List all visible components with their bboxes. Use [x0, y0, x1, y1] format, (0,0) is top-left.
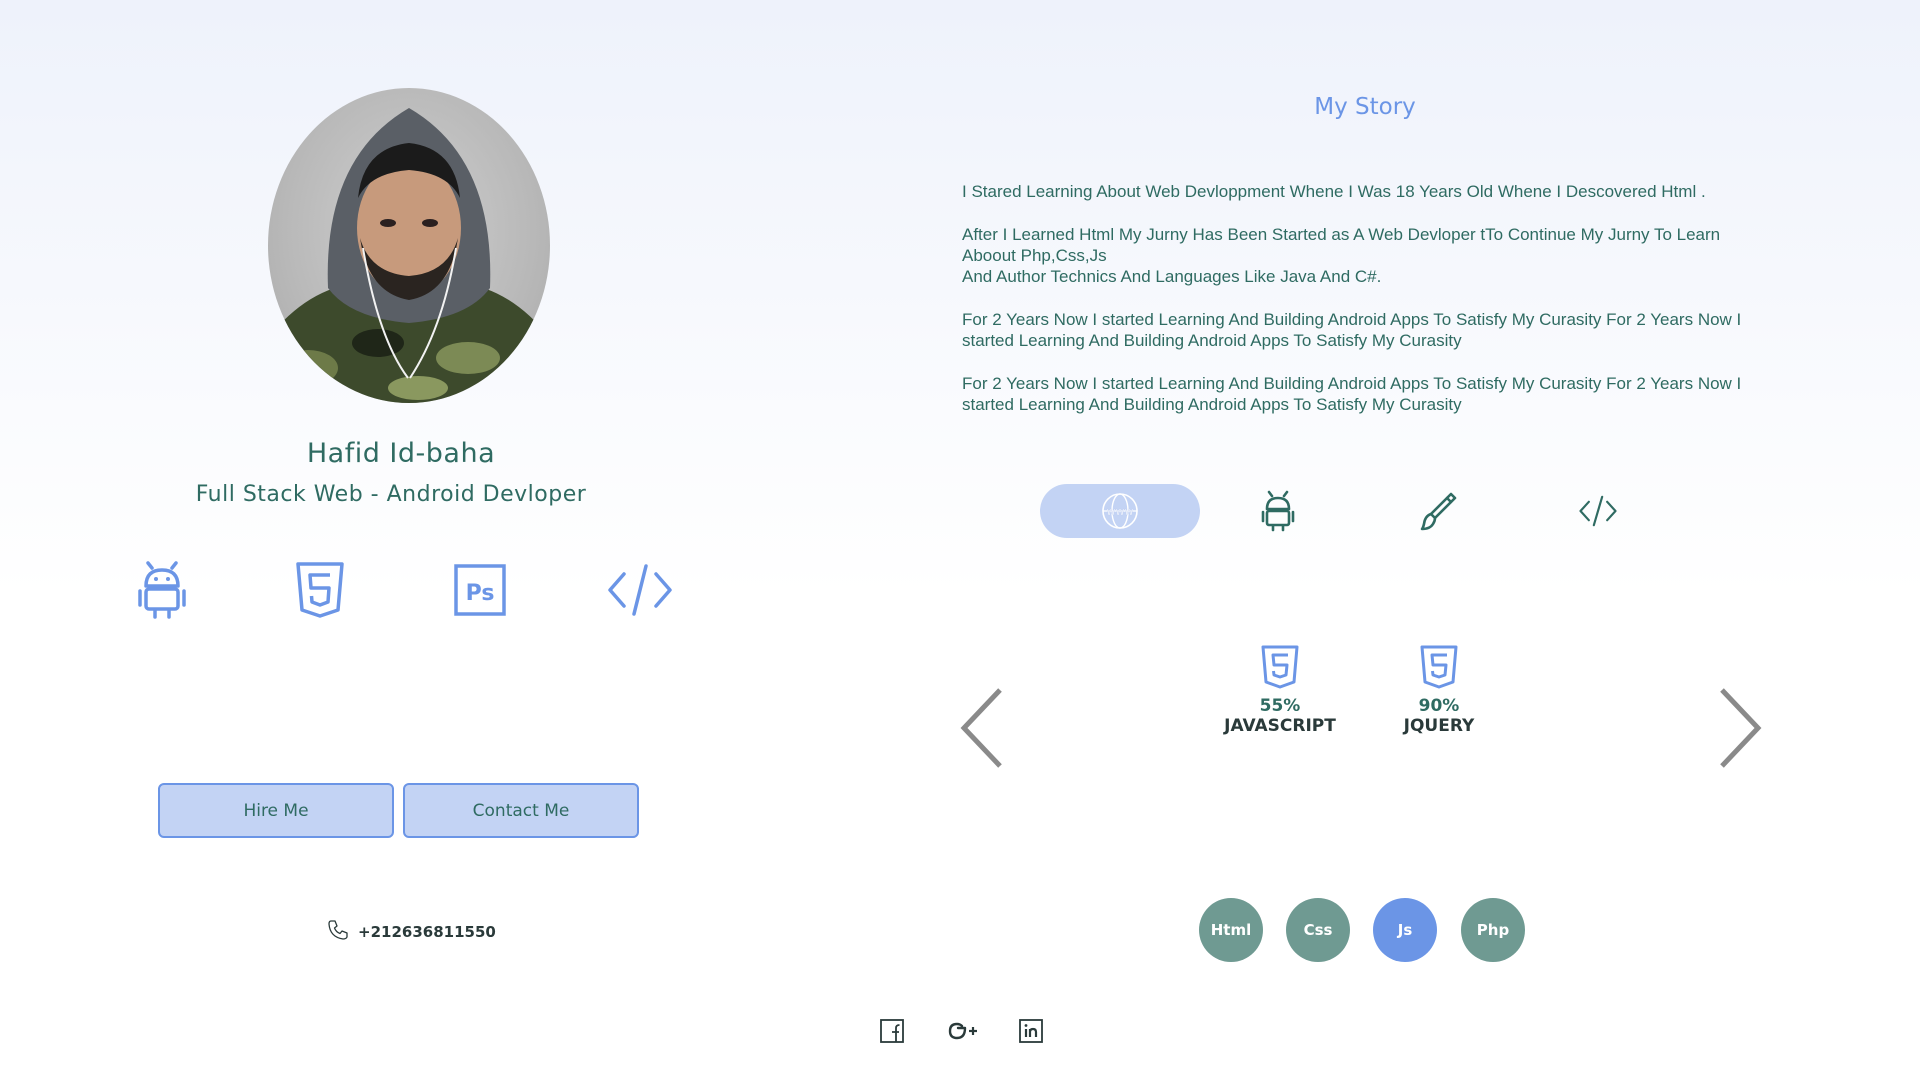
html5-icon: [292, 560, 348, 620]
story-text: I Stared Learning About Web Devloppment …: [962, 181, 1772, 437]
profile-photo-illustration: [268, 108, 550, 403]
brush-icon: [1420, 492, 1457, 531]
svg-text:www: www: [1107, 505, 1134, 518]
contact-me-button[interactable]: Contact Me: [403, 783, 639, 838]
skill-label: JAVASCRIPT: [1224, 716, 1336, 736]
skill-tab-html[interactable]: Html: [1199, 898, 1263, 962]
story-paragraph: After I Learned Html My Jurny Has Been S…: [962, 225, 1721, 286]
story-paragraph: I Stared Learning About Web Devloppment …: [962, 182, 1706, 201]
html5-icon: [1261, 645, 1299, 689]
skill-tab-css[interactable]: Css: [1286, 898, 1350, 962]
photoshop-icon: Ps: [452, 560, 508, 620]
chevron-left-icon: [960, 688, 1002, 768]
chevron-right-icon: [1720, 688, 1762, 768]
html5-icon: [1420, 645, 1458, 689]
android-icon: [1261, 490, 1295, 532]
android-icon: [134, 560, 190, 620]
facebook-icon: [880, 1019, 904, 1043]
skill-tab-php[interactable]: Php: [1461, 898, 1525, 962]
skill-percent: 90%: [1418, 696, 1460, 716]
carousel-next-button[interactable]: [1712, 686, 1766, 770]
skill-card-javascript: 55% JAVASCRIPT: [1195, 644, 1365, 736]
carousel-prev-button[interactable]: [956, 686, 1010, 770]
skill-percent: 55%: [1259, 696, 1301, 716]
google-plus-link[interactable]: [947, 1018, 979, 1044]
google-plus-icon: [948, 1022, 977, 1040]
www-globe-icon: www: [1102, 493, 1138, 529]
skill-label: JQUERY: [1403, 716, 1475, 736]
linkedin-link[interactable]: [1018, 1018, 1044, 1044]
facebook-link[interactable]: [879, 1018, 905, 1044]
profile-name: Hafid Id-baha: [306, 438, 496, 469]
svg-text:Ps: Ps: [466, 581, 495, 606]
tab-web[interactable]: www: [1040, 484, 1200, 538]
story-paragraph: For 2 Years Now I started Learning And B…: [962, 310, 1742, 350]
skill-card-jquery: 90% JQUERY: [1354, 644, 1524, 736]
social-links: [0, 1018, 1920, 1048]
code-icon: [1579, 495, 1617, 527]
tab-android[interactable]: [1198, 484, 1358, 538]
tab-design[interactable]: [1358, 484, 1518, 538]
story-title: My Story: [1314, 94, 1416, 120]
skill-tabs: Html Css Js Php: [0, 898, 1920, 964]
profile-photo: [268, 88, 550, 403]
category-tabs: www: [0, 484, 1920, 538]
skill-tab-js[interactable]: Js: [1373, 898, 1437, 962]
profile-skill-icons: Ps: [0, 560, 800, 620]
code-icon: [606, 560, 674, 620]
linkedin-icon: [1019, 1019, 1043, 1043]
tab-code[interactable]: [1518, 484, 1678, 538]
story-paragraph: For 2 Years Now I started Learning And B…: [962, 374, 1742, 414]
hire-me-button[interactable]: Hire Me: [158, 783, 394, 838]
